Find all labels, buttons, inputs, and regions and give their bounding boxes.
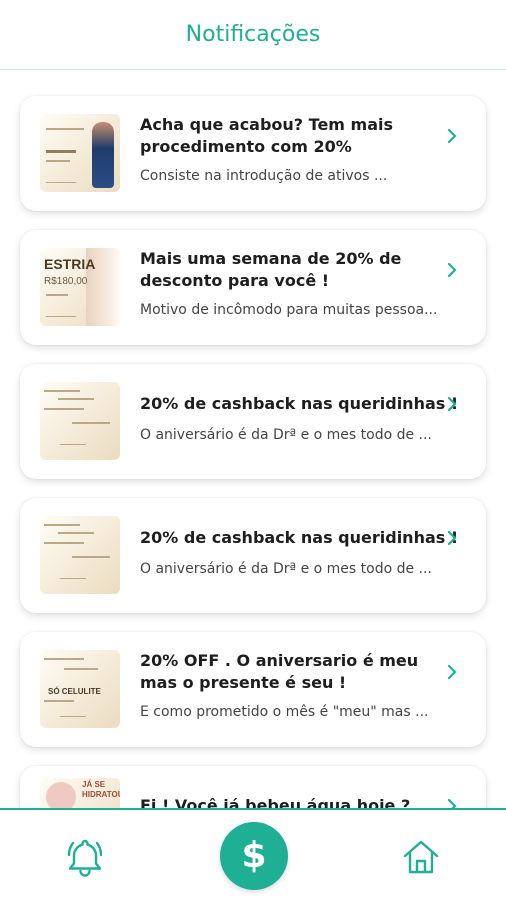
chevron-right-icon[interactable]: [444, 126, 460, 146]
notification-description: Motivo de incômodo para muitas pessoa...: [140, 302, 438, 318]
dollar-icon: $: [241, 835, 267, 876]
chevron-right-icon[interactable]: [444, 260, 460, 280]
notification-title: Acha que acabou? Tem mais procedimento c…: [140, 115, 394, 156]
bottom-tab-bar: $: [0, 808, 506, 900]
bell-icon[interactable]: [60, 832, 110, 882]
notification-title: Ei ! Você já bebeu água hoje ?: [140, 796, 411, 808]
notification-list[interactable]: Acha que acabou? Tem mais procedimento c…: [0, 70, 506, 808]
chevron-right-icon[interactable]: [444, 796, 460, 808]
notification-thumbnail: ESTRIA R$180,00: [40, 248, 120, 326]
chevron-right-icon[interactable]: [444, 528, 460, 548]
notification-thumbnail: [40, 382, 120, 460]
notification-description: O aniversário é da Drª e o mes todo de .…: [140, 561, 432, 577]
notification-thumbnail: JÁ SE HIDRATOU: [40, 778, 120, 808]
notification-thumbnail: SÓ CELULITE: [40, 650, 120, 728]
notification-thumbnail: [40, 516, 120, 594]
notification-card[interactable]: ESTRIA R$180,00 Mais uma semana de 20% d…: [20, 230, 486, 345]
notification-title: 20% de cashback nas queridinhas !: [140, 528, 459, 547]
wallet-button[interactable]: $: [220, 822, 288, 890]
notification-card[interactable]: 20% de cashback nas queridinhas ! O aniv…: [20, 364, 486, 479]
notification-card[interactable]: 20% de cashback nas queridinhas ! O aniv…: [20, 498, 486, 613]
notification-title: 20% OFF . O aniversario é meu mas o pres…: [140, 651, 419, 692]
notification-title: Mais uma semana de 20% de desconto para …: [140, 249, 402, 290]
notification-thumbnail: [40, 114, 120, 192]
notification-card[interactable]: SÓ CELULITE 20% OFF . O aniversario é me…: [20, 632, 486, 747]
notification-description: Consiste na introdução de ativos ...: [140, 168, 388, 184]
notification-description: E como prometido o mês é "meu" mas ...: [140, 704, 429, 720]
chevron-right-icon[interactable]: [444, 662, 460, 682]
notification-card[interactable]: JÁ SE HIDRATOU Ei ! Você já bebeu água h…: [20, 766, 486, 808]
notification-description: O aniversário é da Drª e o mes todo de .…: [140, 427, 432, 443]
home-icon[interactable]: [396, 832, 446, 882]
chevron-right-icon[interactable]: [444, 394, 460, 414]
notification-card[interactable]: Acha que acabou? Tem mais procedimento c…: [20, 96, 486, 211]
top-app-bar: Notificações: [0, 0, 506, 70]
page-title: Notificações: [185, 22, 321, 47]
notification-title: 20% de cashback nas queridinhas !: [140, 394, 459, 413]
